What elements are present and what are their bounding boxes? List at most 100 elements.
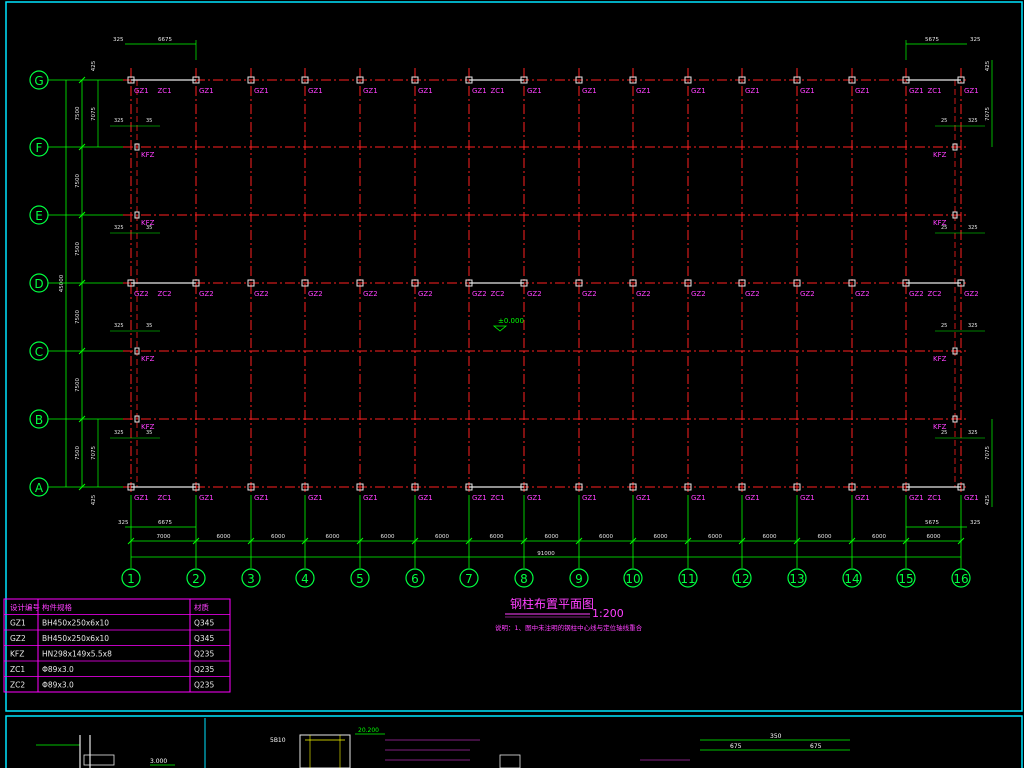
dim-bottom-right-a: 5675	[925, 520, 939, 526]
grid-bubble-label-A: A	[35, 481, 44, 495]
dim-span-6: 6000	[435, 534, 449, 540]
dim-left-row-1: 7500	[75, 106, 81, 120]
column-label-D-6: GZ2	[418, 290, 433, 298]
drawing-note: 说明：1、图中未注明的钢柱中心线与定位轴线重合	[495, 623, 643, 632]
dim-span-11: 6000	[708, 534, 722, 540]
column-label-A-7: GZ1	[472, 494, 487, 502]
grid-bubble-label-14: 14	[844, 572, 859, 586]
grid-bubble-label-B: B	[35, 413, 43, 427]
dim-left-edge-a: 7075	[91, 107, 97, 121]
side-dim-right-b-0: 325	[968, 118, 978, 124]
grid-bubble-label-2: 2	[192, 572, 200, 586]
column-label-G-15: GZ1	[909, 87, 924, 95]
dim-span-5: 6000	[381, 534, 395, 540]
column-label-D-11: GZ2	[691, 290, 706, 298]
grid-bubble-label-9: 9	[575, 572, 583, 586]
column-label-G-12: GZ1	[745, 87, 760, 95]
table-cell-1-1: BH450x250x6x10	[42, 619, 109, 628]
dim-span-12: 6000	[763, 534, 777, 540]
dim-span-3: 6000	[271, 534, 285, 540]
column-label-G-5: GZ1	[363, 87, 378, 95]
column-label-A-1: GZ1	[134, 494, 149, 502]
grid-bubble-label-F: F	[36, 141, 43, 155]
grid-bubble-label-3: 3	[247, 572, 255, 586]
dim-top-right-b: 325	[970, 37, 981, 43]
grid-bubble-label-7: 7	[465, 572, 473, 586]
grid-bubble-label-16: 16	[953, 572, 968, 586]
column-label-A-4: GZ1	[308, 494, 323, 502]
detail-label-350: 350	[770, 733, 782, 740]
dim-span-2: 6000	[217, 534, 231, 540]
dim-total-bottom: 91000	[537, 551, 555, 557]
detail-strip: 3.000 5B10 20.200 350 675 675	[36, 718, 850, 768]
column-label-D-1: GZ2	[134, 290, 149, 298]
column-label-A-5: GZ1	[363, 494, 378, 502]
dim-left-edge-b: 7075	[91, 446, 97, 460]
side-dim-left-b-2: 35	[146, 323, 152, 329]
drawing-scale: 1:200	[592, 607, 624, 620]
dim-bottom-left-b: 6675	[158, 520, 172, 526]
column-label-A-12: GZ1	[745, 494, 760, 502]
wind-column-label-B-0: KFZ	[141, 423, 155, 431]
column-label-G-9: GZ1	[582, 87, 597, 95]
side-dim-right-b-3: 325	[968, 430, 978, 436]
wind-column-label-F-1: KFZ	[933, 151, 947, 159]
column-label-A-15: GZ1	[909, 494, 924, 502]
column-label-D-12: GZ2	[745, 290, 760, 298]
column-label-G-6: GZ1	[418, 87, 433, 95]
grid-bubble-label-15: 15	[898, 572, 913, 586]
dim-top-right-a: 5675	[925, 37, 939, 43]
brace-label-A-0: ZC1	[158, 494, 172, 502]
dim-left-row-4: 7500	[75, 310, 81, 324]
table-header-2: 材质	[194, 602, 209, 612]
detail-label-675-b: 675	[810, 743, 822, 750]
column-label-A-10: GZ1	[636, 494, 651, 502]
brace-label-D-2: ZC2	[928, 290, 942, 298]
wind-column-label-E-1: KFZ	[933, 219, 947, 227]
column-label-G-8: GZ1	[527, 87, 542, 95]
column-label-G-13: GZ1	[800, 87, 815, 95]
column-label-D-3: GZ2	[254, 290, 269, 298]
dim-span-9: 6000	[599, 534, 613, 540]
column-label-G-7: GZ1	[472, 87, 487, 95]
table-cell-3-2: Q235	[194, 650, 214, 659]
table-cell-2-0: GZ2	[10, 634, 26, 643]
dim-left-edge-d: 425	[91, 494, 97, 505]
grid-bubble-label-13: 13	[789, 572, 804, 586]
brace-label-G-0: ZC1	[158, 87, 172, 95]
column-label-D-15: GZ2	[909, 290, 924, 298]
grid-bubble-label-5: 5	[356, 572, 364, 586]
dim-left-row-5: 7500	[75, 378, 81, 392]
column-label-D-4: GZ2	[308, 290, 323, 298]
column-markers: GZ1 GZ1 GZ1 GZ1 GZ1 GZ1 GZ1 GZ1 GZ1 GZ1 GZ1 GZ1 GZ1 G…	[127, 76, 979, 502]
wind-column-label-E-0: KFZ	[141, 219, 155, 227]
elevation-text: ±0.000	[498, 317, 524, 325]
table-cell-4-2: Q235	[194, 665, 214, 674]
column-label-G-2: GZ1	[199, 87, 214, 95]
column-label-D-13: GZ2	[800, 290, 815, 298]
table-cell-3-0: KFZ	[10, 650, 24, 659]
dim-span-7: 6000	[490, 534, 504, 540]
detail-label-20200: 20.200	[358, 727, 379, 734]
dim-left-edge-c: 425	[91, 60, 97, 71]
wind-column-label-F-0: KFZ	[141, 151, 155, 159]
table-cell-1-0: GZ1	[10, 619, 26, 628]
dim-span-14: 6000	[872, 534, 886, 540]
dim-left-row-2: 7500	[75, 174, 81, 188]
column-label-A-16: GZ1	[964, 494, 979, 502]
grid-bubble-label-C: C	[35, 345, 43, 359]
table-cell-4-0: ZC1	[10, 665, 25, 674]
grid-bubble-label-G: G	[34, 74, 43, 88]
grid-bubble-label-10: 10	[625, 572, 640, 586]
column-label-D-8: GZ2	[527, 290, 542, 298]
detail-label-3000: 3.000	[150, 758, 167, 765]
column-label-A-14: GZ1	[855, 494, 870, 502]
column-label-G-4: GZ1	[308, 87, 323, 95]
side-dim-left-a-3: 325	[114, 430, 124, 436]
drawing-canvas: 7000 6000 6000 6000 6000 6000 6000 6000 6000 6000…	[3, 1, 1023, 768]
drawing-title: 钢柱布置平面图	[510, 596, 594, 611]
column-label-D-14: GZ2	[855, 290, 870, 298]
table-cell-3-1: HN298x149x5.5x8	[42, 650, 112, 659]
table-cell-1-2: Q345	[194, 619, 214, 628]
table-cell-4-1: Φ89x3.0	[42, 665, 74, 674]
